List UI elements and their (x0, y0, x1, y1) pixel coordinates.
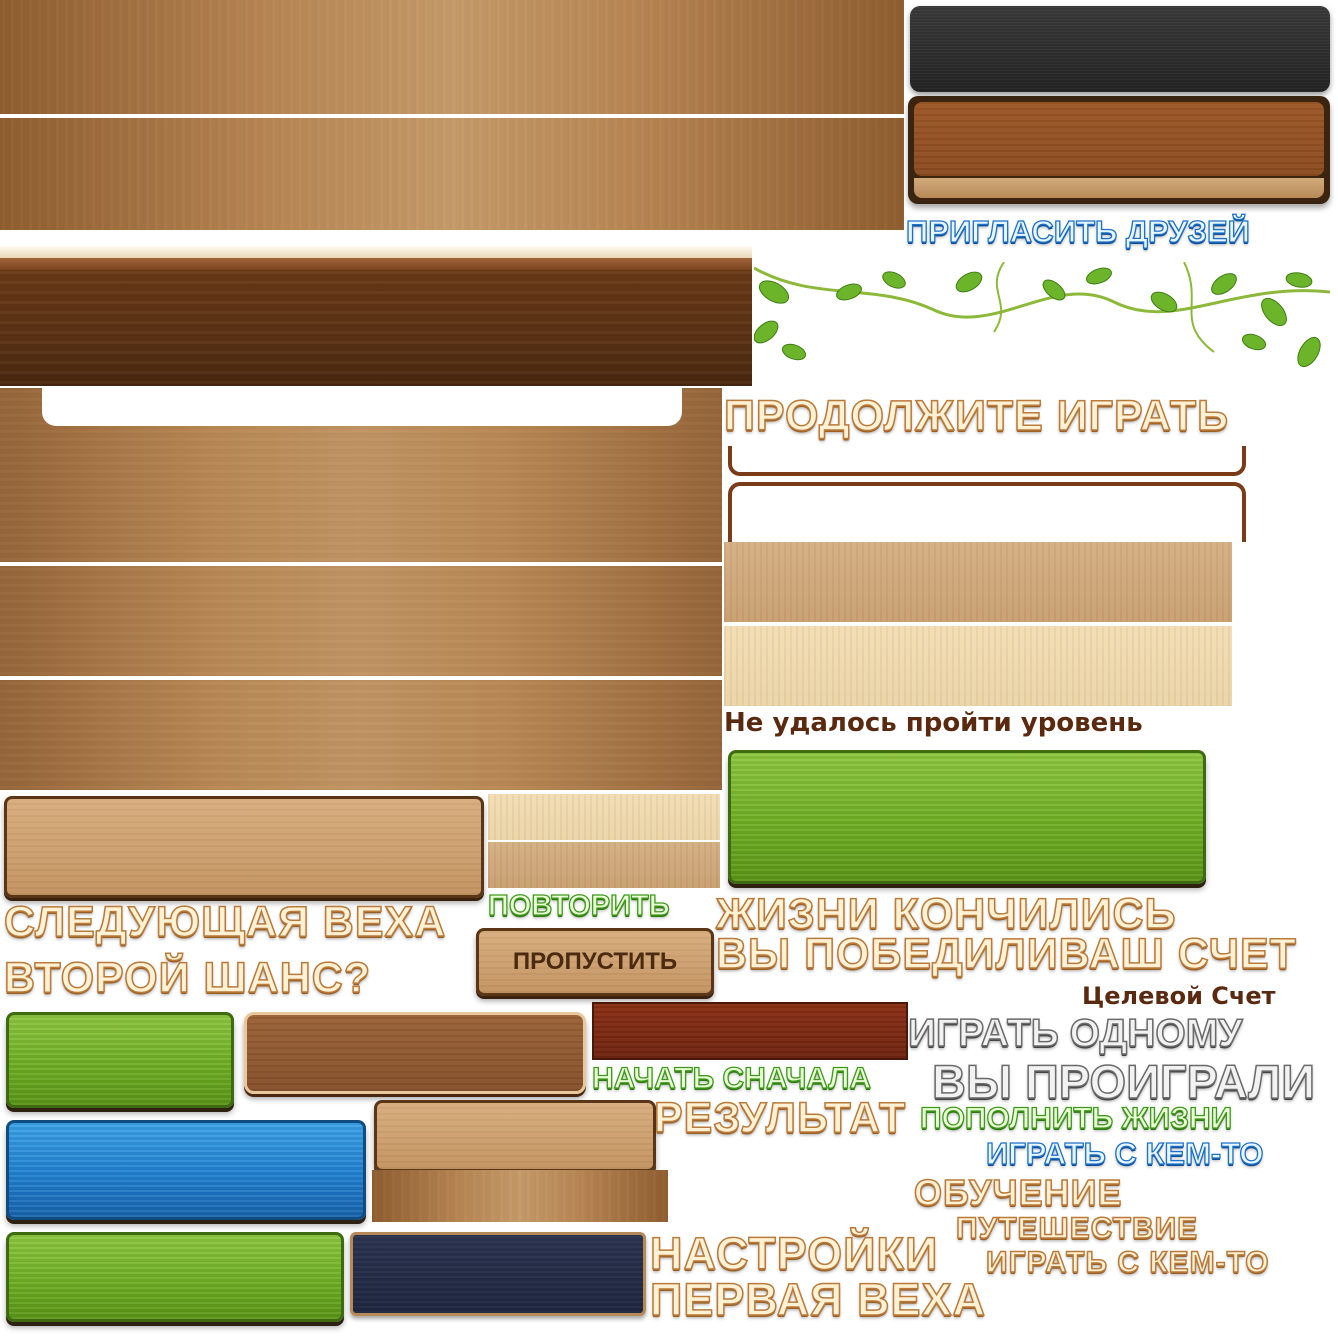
wood-strip-mid (0, 566, 722, 676)
frame-bracket-bottom (728, 482, 1246, 542)
brown-plank-button (908, 96, 1330, 204)
play-solo-label: ИГРАТЬ ОДНОМУ (907, 1011, 1243, 1056)
wood-strip-top (0, 0, 904, 114)
skip-button-label: ПРОПУСТИТЬ (512, 948, 678, 975)
frame-bracket-top (728, 446, 1246, 476)
vine-leaves-icon (753, 261, 1331, 386)
journey-label: ПУТЕШЕСТВИЕ (955, 1211, 1199, 1246)
green-button-small-2[interactable] (6, 1232, 344, 1322)
level-failed-label: Не удалось пройти уровень (724, 708, 1143, 738)
blue-button[interactable] (6, 1120, 366, 1220)
invite-friends-label: ПРИГЛАСИТЬ ДРУЗЕЙ (905, 213, 1250, 249)
refill-lives-label: ПОПОЛНИТЬ ЖИЗНИ (919, 1101, 1233, 1135)
red-wood-bar (592, 1002, 908, 1060)
play-with-someone-wood-label: ИГРАТЬ С КЕМ-ТО (985, 1245, 1270, 1280)
you-won-your-score-label: ВЫ ПОБЕДИЛИВАШ СЧЕТ (715, 929, 1297, 979)
next-milestone-label: СЛЕДУЮЩАЯ ВЕХА (3, 897, 447, 947)
pale-swatch-small-2 (488, 842, 720, 888)
navy-button[interactable] (350, 1232, 646, 1316)
second-chance-label: ВТОРОЙ ШАНС? (3, 953, 372, 1003)
tan-wood-swatch (724, 542, 1232, 622)
skip-button[interactable]: ПРОПУСТИТЬ (476, 928, 714, 996)
play-with-someone-blue-label: ИГРАТЬ С КЕМ-ТО (985, 1135, 1264, 1171)
wood-strip-low (0, 680, 722, 790)
continue-playing-label: ПРОДОЛЖИТЕ ИГРАТЬ (723, 391, 1230, 441)
tan-wood-button[interactable] (4, 796, 484, 898)
first-milestone-label: ПЕРВАЯ ВЕХА (649, 1273, 986, 1326)
dark-wood-shelf (0, 238, 752, 386)
target-score-label: Целевой Счет (1082, 982, 1276, 1010)
result-label: РЕЗУЛЬТАТ (653, 1093, 907, 1143)
restart-label: НАЧАТЬ СНАЧАЛА (591, 1061, 872, 1095)
you-lost-label: ВЫ ПРОИГРАЛИ (931, 1054, 1316, 1109)
big-wood-panel (0, 388, 722, 562)
pale-wood-swatch (724, 626, 1232, 706)
tutorial-label: ОБУЧЕНИЕ (913, 1171, 1123, 1214)
green-button-small-1[interactable] (6, 1012, 234, 1108)
settings-label: НАСТРОЙКИ (649, 1227, 939, 1280)
large-green-button[interactable] (728, 750, 1206, 884)
wood-strip-second (0, 118, 904, 230)
tan-button-medium[interactable] (374, 1100, 656, 1172)
wood-strip-small (372, 1170, 668, 1222)
dark-slate-bar (910, 6, 1330, 92)
brown-button-wide[interactable] (244, 1012, 586, 1094)
pale-swatch-small-1 (488, 794, 720, 840)
repeat-label: ПОВТОРИТЬ (487, 889, 670, 922)
